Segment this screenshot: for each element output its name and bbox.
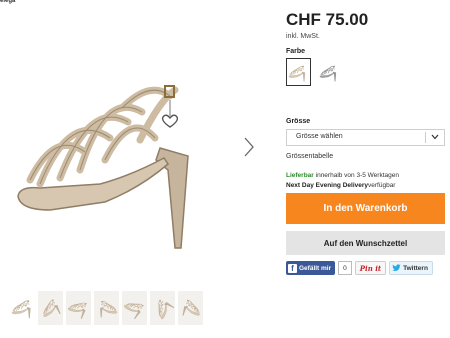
thumbnail-image[interactable] xyxy=(10,291,35,325)
pinterest-button[interactable]: Pin it xyxy=(354,261,387,275)
social-share-bar: f Gefällt mir 0 Pin it Twittern xyxy=(286,261,433,275)
color-swatch[interactable] xyxy=(317,58,342,86)
thumbnail-image[interactable] xyxy=(38,291,63,325)
product-price: CHF 75.00 xyxy=(286,10,369,29)
thumbnail-image[interactable] xyxy=(178,291,203,325)
size-table-link[interactable]: Grössentabelle xyxy=(286,153,333,160)
next-day-status: verfügbar xyxy=(368,182,396,189)
thumbnail-image[interactable] xyxy=(122,291,147,325)
next-day-label: Next Day Evening Delivery xyxy=(286,182,369,189)
facebook-like-count: 0 xyxy=(338,261,352,275)
size-select[interactable]: Grösse wählen xyxy=(286,129,445,146)
thumbnail-image[interactable] xyxy=(150,291,175,325)
size-select-value: Grösse wählen xyxy=(296,133,343,140)
thumbnail-image[interactable] xyxy=(66,291,91,325)
thumbnail-strip xyxy=(10,291,203,325)
tax-note: inkl. MwSt. xyxy=(286,33,320,40)
next-day-info: Next Day Evening Deliveryverfügbar xyxy=(286,182,395,189)
delivery-info: Lieferbar innerhalb von 3-5 Werktagen xyxy=(286,172,399,179)
chevron-down-icon xyxy=(431,134,439,140)
thumbnail-image[interactable] xyxy=(94,291,119,325)
facebook-like-label: Gefällt mir xyxy=(299,264,332,272)
add-to-wishlist-button[interactable]: Auf den Wunschzettel xyxy=(286,231,445,255)
color-swatch-selected[interactable] xyxy=(286,58,311,86)
add-to-cart-button[interactable]: In den Warenkorb xyxy=(286,193,445,224)
twitter-label: Twittern xyxy=(403,264,428,272)
chevron-right-icon[interactable] xyxy=(242,136,256,158)
availability-status: Lieferbar xyxy=(286,172,314,179)
facebook-icon: f xyxy=(288,263,297,273)
color-label: Farbe xyxy=(286,48,306,55)
breadcrumb[interactable]: elega xyxy=(0,0,15,4)
product-main-image xyxy=(10,60,230,250)
size-label: Grösse xyxy=(286,118,311,125)
twitter-bird-icon xyxy=(392,264,401,272)
twitter-button[interactable]: Twittern xyxy=(389,261,433,275)
select-divider xyxy=(425,132,426,143)
facebook-like-button[interactable]: f Gefällt mir xyxy=(286,261,336,275)
delivery-time: innerhalb von 3-5 Werktagen xyxy=(313,172,399,179)
